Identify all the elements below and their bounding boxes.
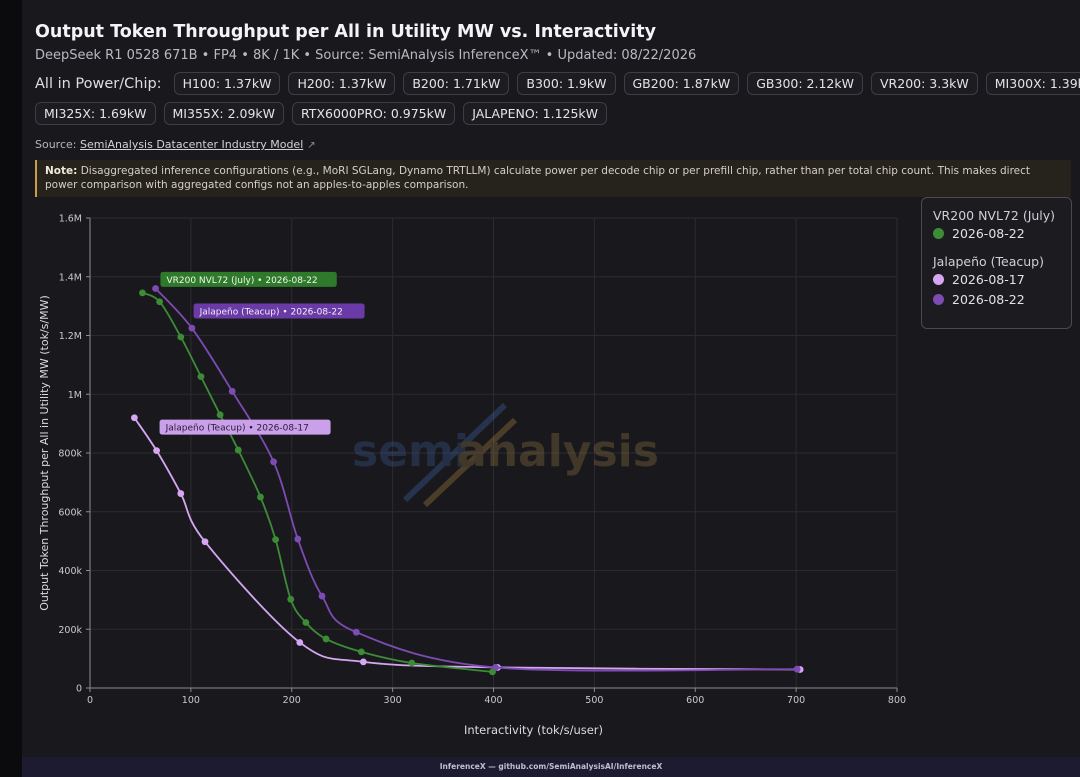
data-point bbox=[359, 658, 367, 666]
chart-svg: semianalysis 0 100 200 300 400 500 600 700 800 0 20… bbox=[38, 214, 906, 738]
data-point bbox=[296, 639, 304, 646]
label-jalapeno-0822: Jalapeño (Teacup) • 2026-08-22 bbox=[193, 303, 365, 319]
y-tick-label: 600k bbox=[58, 507, 82, 518]
series-line bbox=[142, 292, 493, 673]
data-point bbox=[793, 665, 801, 673]
y-tick-label: 1M bbox=[68, 390, 82, 401]
y-tick-label: 800k bbox=[58, 449, 82, 460]
data-point bbox=[152, 285, 159, 292]
y-tick-label: 0 bbox=[76, 684, 82, 695]
data-point bbox=[197, 373, 205, 381]
watermark-text-left: semi bbox=[352, 426, 469, 477]
legend-group-jalapeno: Jalapeño (Teacup) bbox=[933, 254, 1044, 269]
data-point bbox=[272, 536, 280, 544]
y-axis-label: Output Token Throughput per All in Utili… bbox=[38, 295, 51, 611]
label-jalapeno-0817: Jalapeño (Teacup) • 2026-08-17 bbox=[159, 419, 331, 435]
legend-item-jalapeno-0817[interactable]: 2026-08-17 bbox=[933, 272, 1071, 287]
data-point bbox=[257, 493, 264, 501]
legend-item-label: 2026-08-17 bbox=[952, 272, 1025, 287]
y-tick-label: 1.6M bbox=[59, 214, 82, 225]
legend-item-vr200-0822[interactable]: 2026-08-22 bbox=[933, 226, 1071, 241]
legend-box: VR200 NVL72 (July) 2026-08-22 Jalapeño (… bbox=[921, 197, 1072, 329]
x-tick-label: 700 bbox=[787, 695, 805, 706]
data-point bbox=[130, 414, 138, 422]
legend-item-label: 2026-08-22 bbox=[952, 292, 1025, 307]
footer-bar: InferenceX — github.com/SemiAnalysisAI/I… bbox=[22, 757, 1080, 777]
y-tick-label: 1.4M bbox=[59, 272, 82, 283]
legend-dot-icon bbox=[933, 228, 944, 239]
x-tick-label: 200 bbox=[283, 695, 301, 706]
data-point bbox=[408, 659, 416, 667]
legend-item-jalapeno-0822[interactable]: 2026-08-22 bbox=[933, 292, 1071, 307]
label-vr200-0822: VR200 NVL72 (July) • 2026-08-22 bbox=[160, 271, 337, 287]
point-label-text: Jalapeño (Teacup) • 2026-08-17 bbox=[165, 424, 309, 434]
data-point bbox=[139, 289, 146, 297]
x-tick-label: 0 bbox=[87, 695, 93, 706]
data-point bbox=[352, 628, 360, 636]
x-tick-label: 800 bbox=[888, 695, 906, 706]
legend-group-vr200: VR200 NVL72 (July) bbox=[933, 208, 1056, 223]
data-point bbox=[357, 648, 365, 656]
data-point bbox=[318, 592, 326, 600]
data-point bbox=[177, 490, 185, 497]
data-point bbox=[489, 668, 496, 676]
data-point bbox=[294, 535, 302, 543]
legend-dot-icon bbox=[933, 274, 944, 285]
data-point bbox=[322, 635, 330, 643]
point-label-text: Jalapeño (Teacup) • 2026-08-22 bbox=[199, 308, 343, 318]
data-point bbox=[216, 411, 224, 419]
data-point bbox=[153, 447, 160, 455]
data-point bbox=[156, 298, 164, 306]
data-point bbox=[177, 333, 185, 341]
legend-item-label: 2026-08-22 bbox=[952, 226, 1025, 241]
x-tick-label: 500 bbox=[585, 695, 603, 706]
watermark-text-right: analysis bbox=[457, 426, 659, 477]
point-label-text: VR200 NVL72 (July) • 2026-08-22 bbox=[166, 276, 317, 286]
data-point bbox=[302, 619, 310, 626]
data-point bbox=[270, 458, 277, 466]
x-axis-label: Interactivity (tok/s/user) bbox=[464, 723, 603, 737]
data-point bbox=[188, 324, 196, 332]
legend-dot-icon bbox=[933, 294, 944, 305]
x-tick-label: 100 bbox=[182, 695, 200, 706]
data-point bbox=[228, 387, 236, 395]
x-tick-label: 400 bbox=[484, 695, 502, 706]
y-tick-label: 200k bbox=[58, 625, 82, 636]
x-tick-label: 300 bbox=[384, 695, 402, 706]
x-tick-label: 600 bbox=[686, 695, 704, 706]
watermark-logo: semianalysis bbox=[352, 402, 659, 508]
data-point bbox=[287, 595, 295, 603]
data-point bbox=[234, 446, 242, 454]
data-point bbox=[201, 538, 209, 546]
y-tick-label: 400k bbox=[58, 566, 82, 577]
y-tick-label: 1.2M bbox=[59, 331, 82, 342]
